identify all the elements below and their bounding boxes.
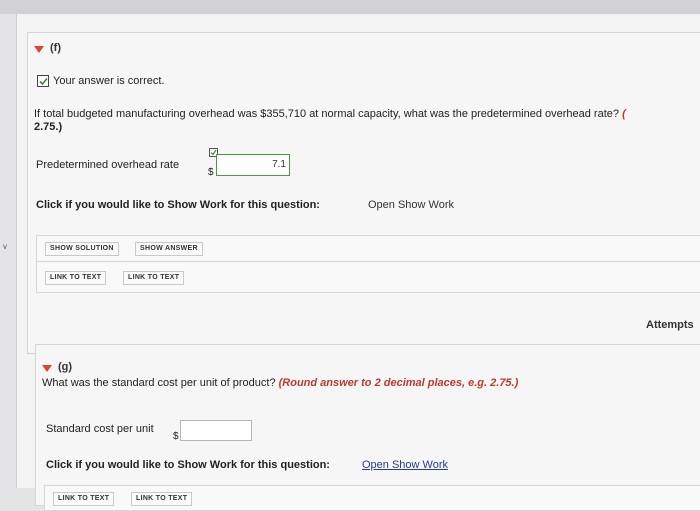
question-hint: (Round answer to 2 decimal places, e.g. … xyxy=(278,377,519,389)
link-to-text-button-1[interactable]: LINK TO TEXT xyxy=(53,492,115,506)
show-work-prompt: Click if you would like to Show Work for… xyxy=(36,199,320,211)
show-work-prompt: Click if you would like to Show Work for… xyxy=(46,459,330,471)
part-f-panel: (f) Your answer is correct. If total bud… xyxy=(27,32,700,354)
predetermined-overhead-rate-label: Predetermined overhead rate xyxy=(36,159,180,171)
part-f-label: (f) xyxy=(50,42,61,54)
question-page: (f) Your answer is correct. If total bud… xyxy=(16,14,700,511)
check-icon xyxy=(37,75,49,87)
link-button-panel: LINK TO TEXT LINK TO TEXT xyxy=(36,261,700,293)
question-hint-line2: 2.75.) xyxy=(34,121,62,133)
open-show-work-link[interactable]: Open Show Work xyxy=(362,459,448,471)
hint-line2: 2.75.) xyxy=(34,121,63,133)
question-text: What was the standard cost per unit of p… xyxy=(42,377,518,389)
link-to-text-button-1[interactable]: LINK TO TEXT xyxy=(45,271,107,285)
question-text: If total budgeted manufacturing overhead… xyxy=(34,108,626,120)
currency-symbol: $ xyxy=(173,431,179,442)
link-to-text-button-2[interactable]: LINK TO TEXT xyxy=(131,492,193,506)
part-g-panel: (g) What was the standard cost per unit … xyxy=(35,344,700,511)
caret-down-icon[interactable] xyxy=(34,46,44,53)
top-band xyxy=(0,0,700,14)
answer-status: Your answer is correct. xyxy=(53,75,165,87)
question-prefix: If total budgeted manufacturing overhead… xyxy=(34,108,619,120)
predetermined-overhead-rate-input[interactable]: 7.1 xyxy=(216,154,290,176)
caret-down-icon[interactable] xyxy=(42,365,52,372)
link-button-panel: LINK TO TEXT LINK TO TEXT xyxy=(44,485,700,511)
question-hint-tail: ( xyxy=(622,108,626,120)
solution-button-panel: SHOW SOLUTION SHOW ANSWER xyxy=(36,235,700,263)
currency-symbol: $ xyxy=(208,167,214,178)
link-to-text-button-2[interactable]: LINK TO TEXT xyxy=(123,271,185,285)
open-show-work-link[interactable]: Open Show Work xyxy=(368,199,454,211)
show-answer-button[interactable]: SHOW ANSWER xyxy=(135,242,203,256)
question-body: What was the standard cost per unit of p… xyxy=(42,377,276,389)
left-margin-mark: v xyxy=(3,242,7,251)
attempts-label: Attempts xyxy=(646,319,694,331)
show-solution-button[interactable]: SHOW SOLUTION xyxy=(45,242,119,256)
standard-cost-per-unit-input[interactable] xyxy=(180,420,252,441)
part-g-label: (g) xyxy=(58,361,73,373)
standard-cost-per-unit-label: Standard cost per unit xyxy=(46,423,154,435)
